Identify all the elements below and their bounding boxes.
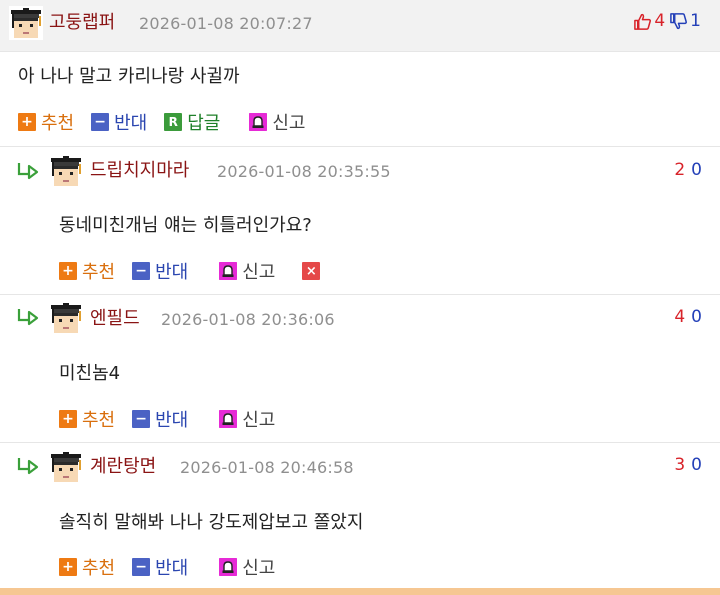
- recommend-button[interactable]: + 추천: [18, 109, 74, 135]
- minus-icon: −: [132, 558, 151, 576]
- post-vote-summary: 4 1: [633, 11, 701, 31]
- comment-down-count: 0: [691, 160, 702, 180]
- minus-icon: −: [91, 113, 110, 131]
- comment-down-count: 0: [691, 307, 702, 327]
- divider: [0, 442, 720, 443]
- comment-vote-summary: 20: [674, 160, 702, 180]
- comment-content: 솔직히 말해봐 나나 강도제압보고 쫄았지: [59, 512, 364, 533]
- reply-icon: R: [164, 113, 183, 131]
- comment-content: 미친놈4: [59, 363, 121, 384]
- comment-date: 2026-01-08 20:46:58: [180, 458, 354, 477]
- report-button[interactable]: 신고: [219, 406, 275, 432]
- report-button[interactable]: 신고: [219, 258, 275, 284]
- comment-actions: + 추천 − 반대 신고: [59, 554, 292, 580]
- reply-label: 답글: [187, 113, 221, 134]
- reply-arrow-icon: [16, 456, 40, 476]
- comment-author-nick[interactable]: 계란탕면: [90, 458, 156, 476]
- plus-icon: +: [59, 410, 77, 428]
- recommend-button[interactable]: + 추천: [59, 406, 115, 432]
- divider: [0, 294, 720, 295]
- close-icon: ×: [302, 262, 321, 280]
- comment-up-count: 2: [674, 160, 686, 180]
- report-button[interactable]: 신고: [219, 554, 275, 580]
- plus-icon: +: [59, 262, 77, 280]
- graduate-avatar-icon[interactable]: [9, 6, 43, 40]
- minus-icon: −: [132, 410, 151, 428]
- comment-up-count: 3: [674, 455, 686, 475]
- delete-button[interactable]: ×: [302, 262, 325, 280]
- comment-down-count: 0: [691, 455, 702, 475]
- comment-date: 2026-01-08 20:36:06: [161, 310, 335, 329]
- comment-vote-summary: 40: [674, 307, 702, 327]
- oppose-label: 반대: [114, 113, 148, 134]
- oppose-button[interactable]: − 반대: [91, 109, 147, 135]
- thumbs-down-icon: [670, 12, 688, 29]
- recommend-button[interactable]: + 추천: [59, 554, 115, 580]
- comment-author-nick[interactable]: 엔필드: [90, 310, 140, 328]
- divider: [0, 146, 720, 147]
- bell-icon: [249, 113, 268, 131]
- comment-up-count: 4: [674, 307, 686, 327]
- report-button[interactable]: 신고: [249, 109, 306, 135]
- plus-icon: +: [18, 113, 36, 131]
- oppose-label: 반대: [155, 410, 189, 431]
- minus-icon: −: [132, 262, 151, 280]
- post-author-nick[interactable]: 고둥랩퍼: [49, 14, 115, 32]
- oppose-label: 반대: [155, 558, 189, 579]
- post-down-count: 1: [690, 11, 701, 31]
- reply-button[interactable]: R 답글: [164, 109, 220, 135]
- reply-arrow-icon: [16, 307, 40, 327]
- bottom-bar: [0, 588, 720, 595]
- comment-actions: + 추천 − 반대 신고 ×: [59, 258, 342, 284]
- comment-vote-summary: 30: [674, 455, 702, 475]
- report-label: 신고: [272, 113, 306, 134]
- recommend-label: 추천: [82, 410, 116, 431]
- oppose-button[interactable]: − 반대: [132, 258, 188, 284]
- post-date: 2026-01-08 20:07:27: [139, 14, 313, 33]
- graduate-avatar-icon[interactable]: [49, 450, 83, 484]
- thumbs-up-icon: [634, 13, 652, 30]
- bell-icon: [219, 262, 238, 280]
- recommend-label: 추천: [82, 558, 116, 579]
- comment-author-nick[interactable]: 드립치지마라: [90, 162, 189, 180]
- comment-actions: + 추천 − 반대 신고: [59, 406, 292, 432]
- reply-arrow-icon: [16, 161, 40, 181]
- comment-content: 동네미친개님 얘는 히틀러인가요?: [59, 215, 312, 236]
- recommend-label: 추천: [41, 113, 75, 134]
- post-actions: + 추천 − 반대 R 답글 신고: [18, 109, 323, 135]
- oppose-label: 반대: [155, 262, 189, 283]
- post-up-count: 4: [654, 11, 666, 31]
- graduate-avatar-icon[interactable]: [49, 301, 83, 335]
- recommend-button[interactable]: + 추천: [59, 258, 115, 284]
- recommend-label: 추천: [82, 262, 116, 283]
- oppose-button[interactable]: − 반대: [132, 554, 188, 580]
- post-header: 고둥랩퍼 2026-01-08 20:07:27 4 1: [0, 0, 720, 52]
- graduate-avatar-icon[interactable]: [49, 154, 83, 188]
- bell-icon: [219, 410, 238, 428]
- bell-icon: [219, 558, 238, 576]
- report-label: 신고: [242, 410, 276, 431]
- report-label: 신고: [242, 558, 276, 579]
- report-label: 신고: [242, 262, 276, 283]
- oppose-button[interactable]: − 반대: [132, 406, 188, 432]
- post-content: 아 나나 말고 카리나랑 사귈까: [18, 66, 240, 87]
- comment-date: 2026-01-08 20:35:55: [217, 162, 391, 181]
- plus-icon: +: [59, 558, 77, 576]
